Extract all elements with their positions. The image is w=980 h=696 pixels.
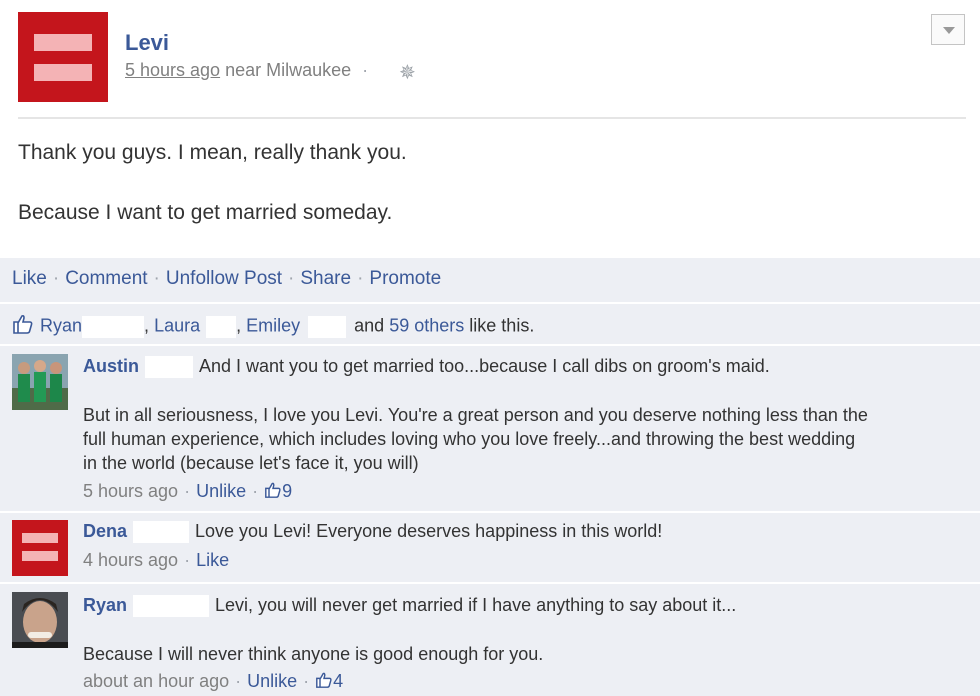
likes-summary: Ryan, Laura, Emiley and 59 others like th… (12, 314, 534, 339)
section-divider (0, 302, 980, 304)
post-author-avatar[interactable] (18, 12, 108, 102)
liker-name[interactable]: Laura (154, 315, 200, 335)
unlike-link[interactable]: Unlike (196, 481, 246, 501)
thumbs-up-icon[interactable] (315, 671, 333, 691)
comment-link[interactable]: Comment (65, 268, 147, 289)
post-action-bar: Like · Comment · Unfollow Post · Share · Promote (12, 268, 442, 289)
other-likers-link[interactable]: 59 others (389, 315, 464, 335)
avatar[interactable] (12, 520, 68, 576)
comment-like-count[interactable]: 4 (333, 671, 343, 691)
comment-line: But in all seriousness, I love you Levi.… (83, 405, 868, 425)
section-divider (0, 511, 980, 513)
post-options-button[interactable] (931, 14, 965, 45)
comment-line: Austin And I want you to get married too.… (83, 356, 770, 379)
comment-line: in the world (because let's face it, you… (83, 453, 419, 473)
gear-icon[interactable]: ✵ (399, 60, 416, 85)
like-link[interactable]: Like (12, 268, 47, 289)
post-timestamp[interactable]: 5 hours ago (125, 60, 220, 80)
post-meta: 5 hours ago near Milwaukee · (125, 60, 374, 81)
like-link[interactable]: Like (196, 550, 229, 570)
thumbs-up-icon[interactable] (264, 481, 282, 501)
share-link[interactable]: Share (300, 268, 351, 289)
post-location[interactable]: near Milwaukee (225, 60, 351, 80)
section-divider (0, 344, 980, 346)
thumbs-up-icon (12, 314, 34, 339)
comment-meta: 4 hours ago · Like (83, 550, 230, 570)
comment-timestamp[interactable]: 5 hours ago (83, 481, 178, 501)
comment-meta: about an hour ago · Unlike · 4 (83, 671, 344, 691)
section-divider (0, 582, 980, 584)
chevron-down-icon (943, 27, 955, 34)
comment-line: Because I will never think anyone is goo… (83, 644, 544, 664)
post-author-name[interactable]: Levi (125, 30, 169, 56)
unfollow-post-link[interactable]: Unfollow Post (166, 268, 282, 289)
comment-timestamp[interactable]: about an hour ago (83, 671, 229, 691)
unlike-link[interactable]: Unlike (247, 671, 297, 691)
comment-author[interactable]: Ryan (83, 595, 127, 615)
liker-name[interactable]: Emiley (246, 315, 300, 335)
avatar[interactable] (12, 592, 68, 648)
post-text-line-1: Thank you guys. I mean, really thank you… (18, 141, 407, 164)
comment-line: Ryan Levi, you will never get married if … (83, 595, 736, 618)
comment-timestamp[interactable]: 4 hours ago (83, 550, 178, 570)
avatar[interactable] (12, 354, 68, 410)
comment-line: Dena Love you Levi! Everyone deserves hap… (83, 521, 662, 544)
promote-link[interactable]: Promote (369, 268, 441, 289)
header-divider (18, 117, 966, 119)
comment-author[interactable]: Dena (83, 521, 127, 541)
equal-sign-bottom-bar (34, 64, 92, 81)
separator-dot: · (362, 60, 369, 80)
comment-meta: 5 hours ago · Unlike · 9 (83, 481, 293, 501)
comment-author[interactable]: Austin (83, 356, 139, 376)
liker-name[interactable]: Ryan (40, 315, 82, 335)
post-text-line-2: Because I want to get married someday. (18, 201, 393, 224)
comment-like-count[interactable]: 9 (282, 481, 292, 501)
comment-line: full human experience, which includes lo… (83, 429, 856, 449)
equal-sign-top-bar (34, 34, 92, 51)
